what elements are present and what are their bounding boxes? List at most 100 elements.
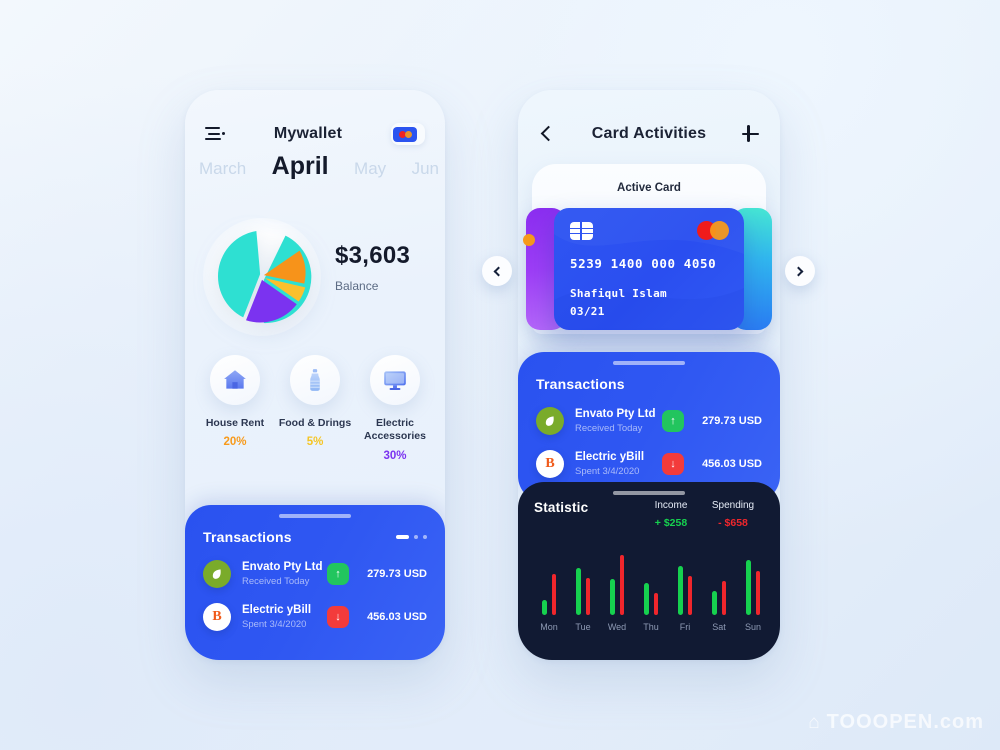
kpi-income: Income + $258 bbox=[640, 500, 702, 529]
wallet-header: Mywallet bbox=[185, 120, 445, 148]
transaction-amount: 456.03 USD bbox=[702, 458, 762, 470]
peek-accent-dot bbox=[523, 234, 535, 246]
bar-income bbox=[712, 591, 717, 615]
watermark-logo-icon: ⌂ bbox=[808, 711, 821, 733]
bar-spending bbox=[619, 555, 624, 615]
bar-axis-label: Sun bbox=[744, 622, 761, 632]
drag-handle[interactable] bbox=[613, 491, 685, 495]
bar-pair bbox=[740, 551, 766, 615]
bar-group-wed: Wed bbox=[604, 551, 630, 632]
pagination-dot bbox=[414, 535, 418, 539]
kpi-value: + $258 bbox=[654, 517, 688, 529]
bar-income bbox=[610, 579, 615, 615]
month-tab-march[interactable]: March bbox=[199, 159, 246, 179]
bar-group-mon: Mon bbox=[536, 551, 562, 632]
card-number: 5239 1400 000 4050 bbox=[570, 256, 717, 271]
transaction-sub: Spent 3/4/2020 bbox=[242, 619, 307, 630]
kpi-value: - $658 bbox=[718, 517, 748, 529]
bar-axis-label: Wed bbox=[607, 622, 627, 632]
bar-pair bbox=[638, 551, 664, 615]
transaction-meta: Envato Pty Ltd Received Today bbox=[242, 561, 327, 587]
bar-axis-label: Sat bbox=[712, 622, 726, 632]
card-holder-name: Shafiqul Islam bbox=[570, 287, 667, 300]
category-list: House Rent 20% Food & Drings 5% Electric… bbox=[195, 355, 435, 462]
transaction-name: Envato Pty Ltd bbox=[575, 408, 656, 420]
transactions-header: Transactions bbox=[203, 529, 427, 545]
table-row[interactable]: Envato Pty Ltd Received Today ↑ 279.73 U… bbox=[203, 560, 427, 588]
table-row[interactable]: B Electric yBill Spent 3/4/2020 ↓ 456.03… bbox=[203, 603, 427, 631]
transactions-panel: Transactions Envato Pty Ltd Received Tod… bbox=[518, 352, 780, 502]
mini-card-icon[interactable] bbox=[391, 123, 425, 145]
month-tab-jun[interactable]: Jun bbox=[412, 159, 439, 179]
transaction-sub: Received Today bbox=[575, 423, 643, 434]
drag-handle[interactable] bbox=[279, 514, 351, 518]
bar-income bbox=[746, 560, 751, 615]
category-percent: 30% bbox=[383, 449, 407, 462]
bar-pair bbox=[604, 551, 630, 615]
kpi-label: Spending bbox=[711, 500, 755, 511]
bar-group-fri: Fri bbox=[672, 551, 698, 632]
watermark-text: TOOOPEN.com bbox=[826, 711, 984, 733]
bar-group-thu: Thu bbox=[638, 551, 664, 632]
transaction-sub: Received Today bbox=[242, 576, 310, 587]
category-house-rent[interactable]: House Rent 20% bbox=[198, 355, 272, 462]
transaction-sub: Spent 3/4/2020 bbox=[575, 466, 640, 477]
table-row[interactable]: Envato Pty Ltd Received Today ↑ 279.73 U… bbox=[536, 407, 762, 435]
mini-card-body bbox=[393, 126, 417, 142]
plus-icon[interactable] bbox=[740, 124, 760, 144]
envato-leaf-icon bbox=[536, 407, 564, 435]
category-percent: 5% bbox=[306, 436, 324, 449]
card-next-button[interactable] bbox=[785, 256, 815, 286]
category-electric-accessories[interactable]: Electric Accessories 30% bbox=[358, 355, 432, 462]
pagination-dot bbox=[423, 535, 427, 539]
bottle-glyph bbox=[310, 369, 320, 391]
pagination-active bbox=[396, 534, 409, 540]
active-card-label: Active Card bbox=[617, 182, 681, 194]
month-tab-april[interactable]: April bbox=[272, 152, 329, 181]
bar-axis-label: Fri bbox=[679, 622, 691, 632]
bar-group-sun: Sun bbox=[740, 551, 766, 632]
bar-income bbox=[678, 565, 683, 615]
drag-handle[interactable] bbox=[613, 361, 685, 365]
watermark: ⌂ TOOOPEN.com bbox=[808, 711, 984, 734]
transaction-name: Electric yBill bbox=[575, 451, 645, 463]
category-food-drinks[interactable]: Food & Drings 5% bbox=[278, 355, 352, 462]
arrow-up-icon: ↑ bbox=[662, 410, 684, 432]
statistic-header: Statistic Income + $258 Spending - $658 bbox=[534, 500, 764, 529]
kpi-spending: Spending - $658 bbox=[702, 500, 764, 529]
monitor-icon bbox=[370, 355, 420, 405]
bar-group-sat: Sat bbox=[706, 551, 732, 632]
transactions-panel: Transactions Envato Pty Ltd Received Tod… bbox=[185, 505, 445, 660]
month-selector[interactable]: March April May Jun bbox=[185, 152, 445, 181]
transaction-name: Envato Pty Ltd bbox=[242, 561, 323, 573]
card-prev-button[interactable] bbox=[482, 256, 512, 286]
transaction-meta: Envato Pty Ltd Received Today bbox=[575, 408, 662, 434]
bar-axis-label: Thu bbox=[643, 622, 659, 632]
phone-mywallet: Mywallet March April May Jun $3,603 Bala… bbox=[185, 90, 445, 660]
active-credit-card[interactable]: 5239 1400 000 4050 Shafiqul Islam 03/21 bbox=[554, 208, 744, 330]
page-title: Card Activities bbox=[591, 125, 707, 142]
table-row[interactable]: B Electric yBill Spent 3/4/2020 ↓ 456.03… bbox=[536, 450, 762, 478]
pagination-dots[interactable] bbox=[396, 534, 427, 540]
bar-spending bbox=[721, 580, 726, 615]
transaction-amount: 279.73 USD bbox=[702, 415, 762, 427]
transaction-name: Electric yBill bbox=[242, 604, 312, 616]
transactions-title: Transactions bbox=[203, 529, 292, 545]
card-chip-icon bbox=[570, 222, 593, 240]
envato-leaf-icon bbox=[203, 560, 231, 588]
month-tab-may[interactable]: May bbox=[354, 159, 386, 179]
statistic-title: Statistic bbox=[534, 500, 589, 515]
filter-menu-icon[interactable] bbox=[205, 126, 225, 142]
leaf-glyph bbox=[545, 416, 554, 426]
statistic-bar-chart: Mon Tue Wed Thu Fri Sat Sun bbox=[536, 550, 766, 632]
transaction-amount: 279.73 USD bbox=[367, 568, 427, 580]
chevron-left-icon[interactable] bbox=[538, 124, 558, 144]
chevron-right-icon bbox=[793, 266, 804, 276]
category-label: Food & Drings bbox=[278, 417, 352, 429]
monitor-glyph bbox=[384, 371, 406, 390]
bar-pair bbox=[536, 551, 562, 615]
balance-amount: $3,603 bbox=[335, 242, 411, 269]
transactions-header: Transactions bbox=[536, 376, 762, 392]
bar-pair bbox=[672, 551, 698, 615]
category-label: Electric Accessories bbox=[364, 417, 426, 443]
